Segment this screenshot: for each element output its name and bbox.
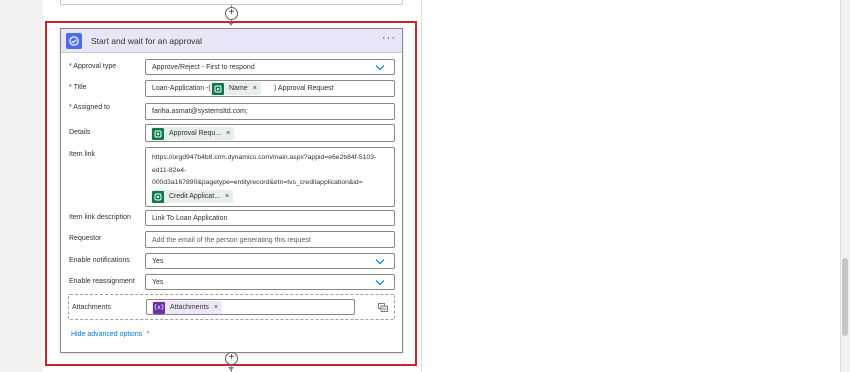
item-link-label: Item link (69, 151, 96, 158)
approval-type-value: Approve/Reject - First to respond (152, 64, 255, 71)
chevron-down-icon (375, 280, 385, 286)
dataverse-icon (212, 82, 224, 95)
item-link-description-value: Link To Loan Application (152, 215, 228, 222)
enable-notifications-dropdown[interactable]: Yes (145, 253, 395, 269)
card-header[interactable]: Start and wait for an approval ··· (61, 29, 402, 53)
item-link-text: https://orgd947b4b8.crm.dynamics.com/mai… (152, 152, 390, 190)
item-link-line-3: 000d3a167890&pagetype=entityrecord&etn=t… (152, 179, 363, 186)
required-marker: * (69, 84, 72, 91)
insert-step-button-bottom[interactable]: + (225, 352, 238, 365)
attachments-token[interactable]: {x} Attachments × (152, 301, 223, 314)
title-field[interactable]: Loan-Application -( Name × ) Approval Re… (145, 80, 395, 97)
approval-type-label: * Approval type (69, 63, 116, 70)
title-label-text: Title (73, 84, 87, 91)
requestor-field[interactable]: Add the email of the person generating t… (145, 231, 395, 248)
requestor-placeholder: Add the email of the person generating t… (152, 237, 311, 244)
remove-token-icon[interactable]: × (226, 130, 230, 137)
assigned-to-label: * Assigned to (69, 104, 110, 111)
enable-reassignment-dropdown[interactable]: Yes (145, 274, 395, 290)
name-token-label: Name (229, 85, 248, 92)
requestor-label: Requestor (69, 235, 102, 242)
required-marker: * (69, 63, 72, 70)
assigned-to-value: fariha.asmat@systemsltd.com; (152, 108, 248, 115)
enable-notifications-value: Yes (152, 258, 164, 265)
more-options-button[interactable]: ··· (382, 32, 396, 44)
item-link-line-2: ed11-82e4- (152, 166, 187, 174)
details-field[interactable]: Approval Requ... × (145, 124, 395, 142)
chevron-up-icon: ^ (146, 331, 150, 338)
remove-token-icon[interactable]: × (225, 193, 229, 200)
enable-notifications-label: Enable notifications (69, 257, 130, 264)
dataverse-icon (152, 127, 164, 140)
attachments-label: Attachments (72, 304, 111, 311)
credit-application-token-label: Credit Applicat... (169, 193, 220, 200)
switch-to-array-icon[interactable] (378, 303, 388, 312)
item-link-description-label: Item link description (69, 214, 131, 221)
assigned-to-label-text: Assigned to (73, 104, 110, 111)
required-marker: * (69, 104, 72, 111)
title-prefix-text: Loan-Application -( (152, 85, 211, 92)
attachments-field[interactable]: {x} Attachments × (146, 299, 355, 315)
left-gutter (0, 0, 43, 372)
name-token[interactable]: Name × (211, 82, 261, 95)
remove-token-icon[interactable]: × (214, 304, 218, 311)
item-link-description-field[interactable]: Link To Loan Application (145, 210, 395, 226)
hide-advanced-options-link[interactable]: Hide advanced options ^ (71, 331, 150, 338)
variable-icon: {x} (153, 301, 165, 314)
approvals-icon (66, 33, 82, 49)
assigned-to-field[interactable]: fariha.asmat@systemsltd.com; (145, 103, 395, 120)
card-title: Start and wait for an approval (91, 36, 203, 46)
title-suffix-text: ) Approval Request (274, 85, 334, 92)
item-link-field[interactable]: https://orgd947b4b8.crm.dynamics.com/mai… (145, 147, 395, 207)
enable-reassignment-value: Yes (152, 279, 164, 286)
scrollbar-thumb[interactable] (842, 258, 848, 336)
chevron-down-icon (375, 259, 385, 265)
approval-request-token-label: Approval Requ... (169, 130, 222, 137)
remove-token-icon[interactable]: × (253, 85, 257, 92)
right-empty-area (421, 0, 840, 372)
approval-type-label-text: Approval type (73, 63, 117, 70)
title-label: * Title (69, 84, 87, 91)
approval-type-dropdown[interactable]: Approve/Reject - First to respond (145, 59, 395, 75)
approval-request-token[interactable]: Approval Requ... × (151, 127, 235, 140)
connector-arrow-bottom (228, 367, 234, 371)
credit-application-token[interactable]: Credit Applicat... × (151, 190, 234, 203)
attachments-section: Attachments {x} Attachments × (68, 294, 395, 320)
attachments-token-label: Attachments (170, 304, 209, 311)
flow-designer-canvas: + Start and wait for an approval ··· * A… (0, 0, 850, 372)
item-link-line-1: https://orgd947b4b8.crm.dynamics.com/mai… (152, 154, 377, 161)
chevron-down-icon (375, 65, 385, 71)
dataverse-icon (152, 190, 164, 203)
enable-reassignment-label: Enable reassignment (69, 278, 135, 285)
insert-step-button-top[interactable]: + (225, 7, 238, 20)
approval-action-card: Start and wait for an approval ··· * App… (60, 28, 403, 353)
hide-advanced-options-label: Hide advanced options (71, 331, 143, 338)
details-label: Details (69, 129, 91, 136)
